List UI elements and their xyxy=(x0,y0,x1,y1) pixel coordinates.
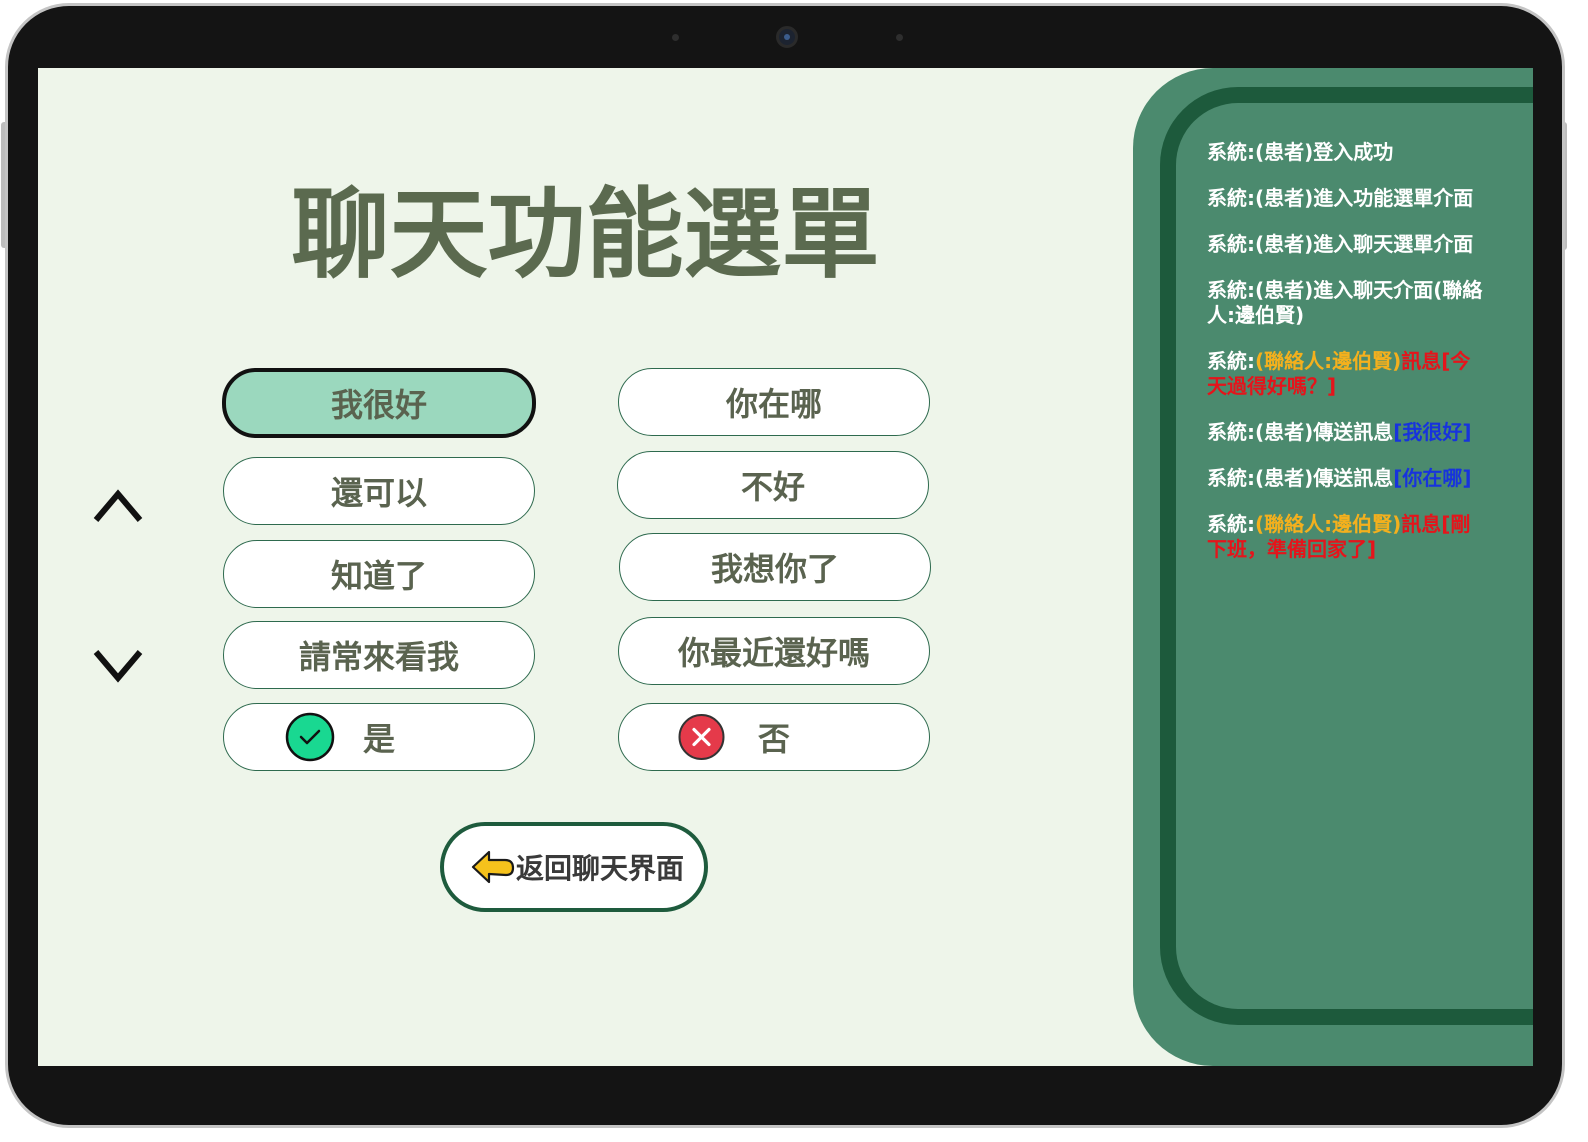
log-entry: 系統:(患者)進入聊天介面(聯絡人:邊伯賢) xyxy=(1207,278,1483,328)
no-button[interactable]: 否 xyxy=(618,703,930,771)
front-camera xyxy=(776,26,798,48)
log-text: 系統:(患者)傳送訊息 xyxy=(1207,466,1394,490)
no-label: 否 xyxy=(757,720,790,758)
log-sent-message: [我很好] xyxy=(1393,420,1472,444)
log-text: 系統: xyxy=(1207,512,1255,536)
yes-button[interactable]: 是 xyxy=(223,703,535,771)
reply-option-label: 我想你了 xyxy=(710,550,839,588)
reply-option-label: 我很好 xyxy=(330,386,427,424)
screen: 聊天功能選單 我很好 還可以 知道了 請常來看我 是 你在哪 不好 我想你了 你… xyxy=(38,68,1533,1066)
log-text: 系統:(患者)登入成功 xyxy=(1207,140,1394,164)
scroll-up-button[interactable] xyxy=(92,482,144,526)
log-sent-message: [你在哪] xyxy=(1393,466,1472,490)
log-entry: 系統:(患者)登入成功 xyxy=(1207,140,1483,165)
arrow-left-icon xyxy=(471,850,515,884)
back-button-label: 返回聊天界面 xyxy=(516,852,685,885)
reply-option-button[interactable]: 不好 xyxy=(617,451,929,519)
chevron-down-icon xyxy=(93,650,143,683)
reply-option-button[interactable]: 你在哪 xyxy=(618,368,930,436)
log-text: 系統: xyxy=(1207,349,1255,373)
camera-lens xyxy=(784,34,790,40)
log-entry: 系統:(患者)傳送訊息[我很好] xyxy=(1207,420,1483,445)
log-contact-name: (聯絡人:邊伯賢) xyxy=(1255,349,1402,373)
sensor-dot xyxy=(672,34,679,41)
check-circle-icon xyxy=(285,712,335,762)
log-entry: 系統:(聯絡人:邊伯賢)訊息[剛下班，準備回家了] xyxy=(1207,512,1483,562)
log-contact-name: (聯絡人:邊伯賢) xyxy=(1255,512,1402,536)
reply-option-button[interactable]: 還可以 xyxy=(223,457,535,525)
log-text: 系統:(患者)進入聊天介面(聯絡人:邊伯賢) xyxy=(1207,278,1483,327)
reply-option-label: 你在哪 xyxy=(725,385,822,423)
log-text: 系統:(患者)傳送訊息 xyxy=(1207,420,1394,444)
sensor-dot xyxy=(896,34,903,41)
log-text: 系統:(患者)進入功能選單介面 xyxy=(1207,186,1474,210)
yes-label: 是 xyxy=(362,720,395,758)
reply-option-button[interactable]: 我很好 xyxy=(222,368,536,438)
log-entry: 系統:(患者)傳送訊息[你在哪] xyxy=(1207,466,1483,491)
log-entry: 系統:(聯絡人:邊伯賢)訊息[今天過得好嗎？] xyxy=(1207,349,1483,399)
reply-option-button[interactable]: 請常來看我 xyxy=(223,621,535,689)
reply-option-button[interactable]: 你最近還好嗎 xyxy=(618,617,930,685)
system-log-list: 系統:(患者)登入成功 系統:(患者)進入功能選單介面 系統:(患者)進入聊天選… xyxy=(1207,140,1483,583)
log-entry: 系統:(患者)進入聊天選單介面 xyxy=(1207,232,1483,257)
reply-option-label: 請常來看我 xyxy=(298,638,459,676)
reply-option-label: 知道了 xyxy=(330,557,427,595)
back-to-chat-button[interactable]: 返回聊天界面 xyxy=(440,822,708,912)
chevron-up-icon xyxy=(93,489,143,522)
reply-option-label: 不好 xyxy=(740,468,805,506)
log-text: 系統:(患者)進入聊天選單介面 xyxy=(1207,232,1474,256)
log-entry: 系統:(患者)進入功能選單介面 xyxy=(1207,186,1483,211)
reply-option-label: 還可以 xyxy=(330,474,427,512)
page-title: 聊天功能選單 xyxy=(291,178,880,292)
reply-option-label: 你最近還好嗎 xyxy=(677,634,870,672)
reply-option-button[interactable]: 我想你了 xyxy=(619,533,931,601)
scroll-down-button[interactable] xyxy=(92,646,144,690)
reply-option-button[interactable]: 知道了 xyxy=(223,540,535,608)
close-circle-icon xyxy=(678,714,725,760)
